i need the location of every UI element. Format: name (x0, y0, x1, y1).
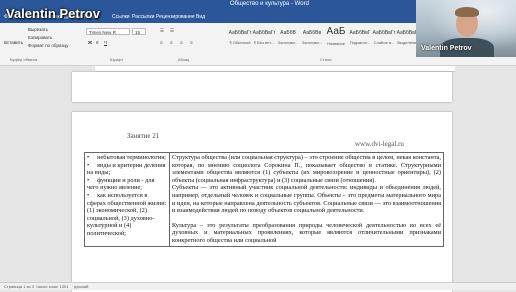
tab-review[interactable]: Рецензирование (156, 14, 195, 20)
document-page-previous (72, 72, 452, 102)
paragraph-group-label: Абзац (178, 57, 190, 62)
style-title[interactable]: АаБ Название (324, 24, 348, 52)
style-preview: АаБбВв (302, 30, 322, 36)
style-no-spacing[interactable]: АаБбВвГг ¶ Без инт... (252, 24, 276, 52)
style-preview: АаБ (326, 26, 346, 37)
copy-button[interactable]: Копировать (28, 35, 52, 40)
style-heading-2[interactable]: АаБбВв Заголово... (300, 24, 324, 52)
content-table: • небытовая терминология; • виды и крите… (84, 152, 444, 247)
tab-mailings[interactable]: Рассылки (132, 14, 154, 20)
paragraph-subjects: Субъекты — это активный участник социаль… (172, 184, 441, 215)
italic-button[interactable]: К (96, 40, 99, 45)
align-right-icon[interactable]: ≡ (180, 40, 183, 45)
style-normal[interactable]: АаБбВвГг ¶ Обычный (228, 24, 252, 52)
paragraph-structure: Структура общества (или социальная струк… (172, 154, 441, 184)
font-size-select[interactable]: 15 (132, 28, 146, 35)
font-name-select[interactable]: Times New R (86, 28, 130, 35)
style-label: Слабое в... (373, 40, 395, 45)
language[interactable]: русский (74, 284, 88, 289)
person-hair (455, 7, 479, 17)
site-url: www.dvi-legal.ru (355, 140, 404, 148)
style-preview: АаБбВвГг (372, 30, 396, 36)
style-label: ¶ Без инт... (253, 40, 275, 45)
page-count[interactable]: Страница 1 из 3 (4, 284, 34, 289)
style-subtitle[interactable]: АаБбВвГ Подзагол... (348, 24, 372, 52)
style-label: Заголово... (301, 40, 323, 45)
window-title: Общество и культура - Word (230, 1, 309, 7)
document-page[interactable]: Занятие 21 www.dvi-legal.ru • небытовая … (72, 112, 452, 292)
style-preview: АаБбВ (280, 30, 296, 36)
table-row: • небытовая терминология; • виды и крите… (84, 152, 444, 247)
table-cell-right[interactable]: Структура общества (или социальная струк… (169, 152, 444, 247)
webcam-video: Valentin Petrov (416, 0, 516, 57)
styles-gallery: АаБбВвГг ¶ Обычный АаБбВвГг ¶ Без инт... А… (228, 24, 428, 52)
list-item: • функции и роли - для чего нужно явлени… (87, 176, 155, 192)
cut-button[interactable]: Вырезать (28, 27, 48, 32)
webcam-name-label: Valentin Petrov (421, 45, 472, 52)
underline-button[interactable]: Ч (104, 40, 107, 45)
word-count[interactable]: Число слов: 1301 (36, 284, 68, 289)
style-label: ¶ Обычный (229, 40, 251, 45)
paste-button[interactable]: Вставить (4, 40, 23, 45)
presenter-name-overlay: Valentin Petrov (6, 6, 100, 21)
style-preview: АаБбВвГг (252, 30, 276, 36)
align-left-icon[interactable]: ≡ (160, 40, 163, 45)
style-heading-1[interactable]: АаБбВ Заголово... (276, 24, 300, 52)
bold-button[interactable]: Ж (88, 40, 92, 45)
list-item: • как используется в сферах общественной… (87, 191, 167, 237)
format-painter-button[interactable]: Формат по образцу (28, 43, 68, 48)
justify-icon[interactable]: ≡ (190, 40, 193, 45)
list-item: • небытовая терминология; (87, 154, 166, 161)
tab-references[interactable]: Ссылки (112, 14, 130, 20)
lesson-heading: Занятие 21 (127, 132, 160, 140)
style-label: Название (327, 41, 345, 46)
bullets-icon[interactable]: ☰ (160, 28, 164, 34)
font-group-label: Шрифт (110, 57, 124, 62)
numbering-icon[interactable]: ☰ (170, 28, 174, 34)
style-label: Заголово... (277, 40, 299, 45)
style-label: Подзагол... (349, 40, 371, 45)
tab-view[interactable]: Вид (196, 14, 205, 20)
clipboard-group-label: Буфер обмена (10, 57, 38, 62)
styles-group-label: Стили (320, 57, 332, 62)
align-center-icon[interactable]: ≡ (170, 40, 173, 45)
style-preview: АаБбВвГг (228, 30, 252, 36)
style-subtle-emphasis[interactable]: АаБбВвГг Слабое в... (372, 24, 396, 52)
style-preview: АаБбВвГ (349, 30, 371, 36)
paragraph-culture: Культура – это результаты преобразования… (172, 221, 441, 244)
table-cell-left[interactable]: • небытовая терминология; • виды и крите… (84, 152, 170, 247)
list-item: • виды и критерии деления на виды; (87, 161, 166, 177)
